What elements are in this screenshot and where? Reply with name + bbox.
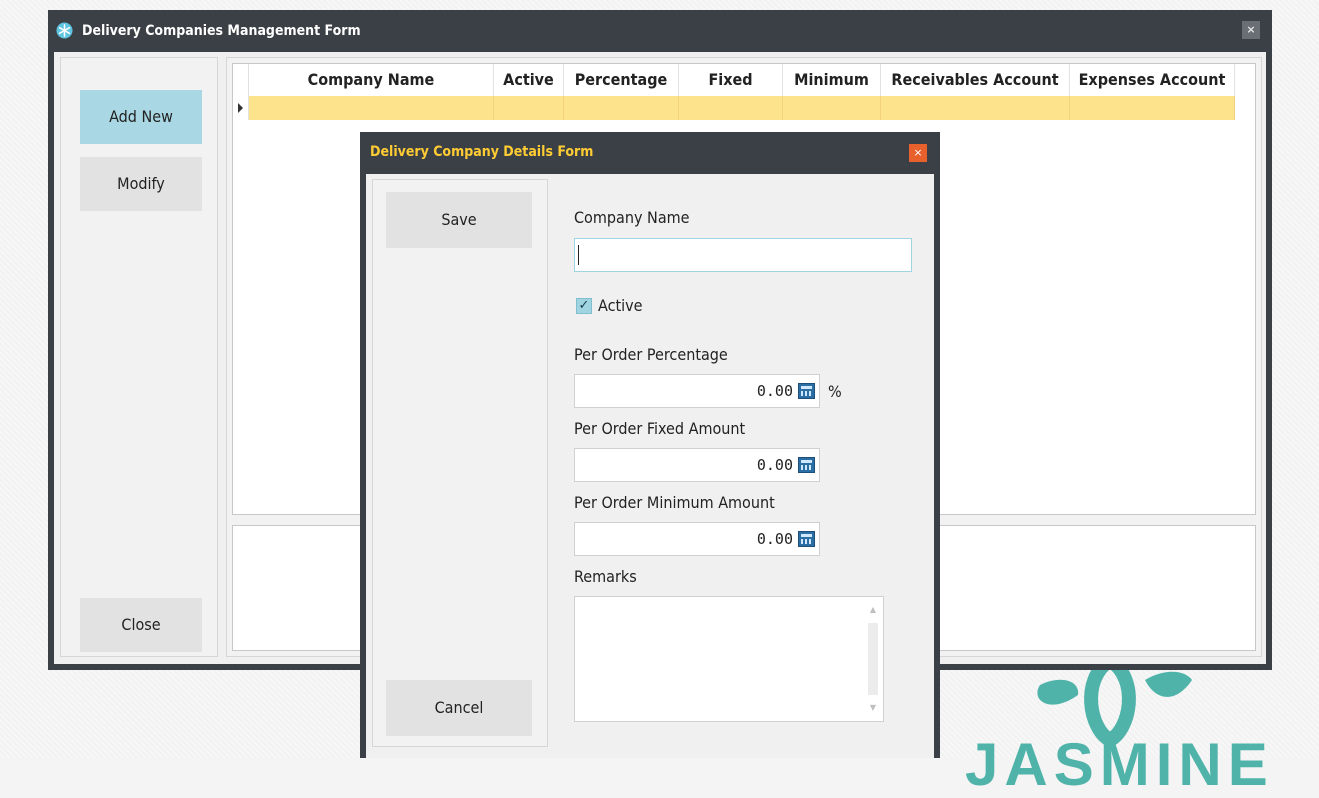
add-new-button[interactable]: Add New <box>80 90 202 144</box>
calculator-icon[interactable] <box>798 531 815 547</box>
table-cell[interactable] <box>881 96 1070 120</box>
column-header-percentage[interactable]: Percentage <box>564 64 679 96</box>
dialog-close-button[interactable]: × <box>909 144 927 162</box>
column-header-expenses-account[interactable]: Expenses Account <box>1070 64 1235 96</box>
column-header-receivables-account[interactable]: Receivables Account <box>881 64 1070 96</box>
minimum-amount-label: Per Order Minimum Amount <box>574 493 775 512</box>
grid-header: Company Name Active Percentage Fixed Min… <box>233 64 1235 96</box>
fixed-amount-input[interactable]: 0.00 <box>574 448 820 482</box>
table-cell[interactable] <box>494 96 564 120</box>
save-button[interactable]: Save <box>386 192 532 248</box>
snowflake-icon <box>56 22 73 39</box>
table-cell[interactable] <box>564 96 679 120</box>
remarks-scrollbar[interactable]: ▲ ▼ <box>867 605 879 713</box>
percentage-input[interactable]: 0.00 <box>574 374 820 408</box>
dialog-side-panel: Save Cancel <box>372 179 548 747</box>
close-button[interactable]: Close <box>80 598 202 652</box>
table-row[interactable] <box>233 96 1235 120</box>
main-close-button[interactable]: × <box>1242 21 1260 39</box>
scroll-thumb[interactable] <box>868 623 878 695</box>
company-name-input[interactable] <box>574 238 912 272</box>
column-header-active[interactable]: Active <box>494 64 564 96</box>
active-checkbox[interactable]: ✓ <box>576 298 592 314</box>
fixed-amount-label: Per Order Fixed Amount <box>574 419 746 438</box>
modify-button[interactable]: Modify <box>80 157 202 211</box>
row-selector-header <box>233 64 249 96</box>
calculator-icon[interactable] <box>798 457 815 473</box>
percentage-label: Per Order Percentage <box>574 345 728 364</box>
column-header-company-name[interactable]: Company Name <box>249 64 494 96</box>
company-details-dialog: Delivery Company Details Form × Save Can… <box>360 132 940 758</box>
scroll-down-icon[interactable]: ▼ <box>867 703 879 713</box>
column-header-minimum[interactable]: Minimum <box>783 64 881 96</box>
side-panel: Add New Modify Close <box>60 57 218 657</box>
minimum-amount-input[interactable]: 0.00 <box>574 522 820 556</box>
fixed-amount-value: 0.00 <box>756 456 793 474</box>
main-window-title: Delivery Companies Management Form <box>82 23 361 39</box>
calculator-icon[interactable] <box>798 383 815 399</box>
table-cell[interactable] <box>783 96 881 120</box>
logo-text: JASMINE <box>965 731 1274 798</box>
remarks-textarea[interactable]: ▲ ▼ <box>574 596 884 722</box>
cancel-button[interactable]: Cancel <box>386 680 532 736</box>
dialog-title: Delivery Company Details Form <box>370 144 594 160</box>
text-caret <box>578 245 579 265</box>
percentage-value: 0.00 <box>756 382 793 400</box>
remarks-label: Remarks <box>574 567 637 586</box>
active-label[interactable]: Active <box>598 296 643 315</box>
table-cell[interactable] <box>1070 96 1235 120</box>
row-selector[interactable] <box>233 96 249 120</box>
dialog-body: Save Cancel Company Name ✓ Active Per Or… <box>366 174 934 758</box>
main-title-bar[interactable]: Delivery Companies Management Form × <box>48 10 1272 52</box>
percent-sign: % <box>828 382 842 401</box>
minimum-amount-value: 0.00 <box>756 530 793 548</box>
scroll-up-icon[interactable]: ▲ <box>867 605 879 615</box>
company-name-label: Company Name <box>574 208 690 227</box>
row-pointer-icon <box>238 103 243 113</box>
table-cell[interactable] <box>249 96 494 120</box>
column-header-fixed[interactable]: Fixed <box>679 64 783 96</box>
table-cell[interactable] <box>679 96 783 120</box>
